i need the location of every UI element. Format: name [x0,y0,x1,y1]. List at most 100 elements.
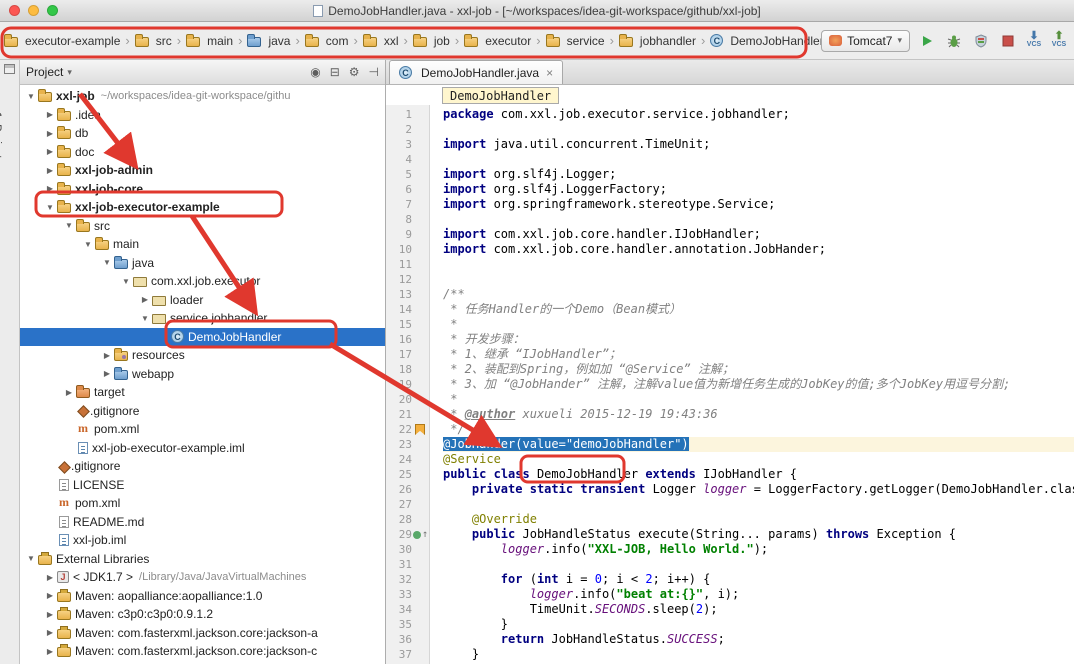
coverage-button[interactable] [971,31,991,51]
tree-item-label: LICENSE [73,478,124,492]
breadcrumb-item-xxl[interactable]: xxl [361,33,401,49]
tree-item-xxl-job-iml[interactable]: xxl-job.iml [20,531,385,550]
run-line-marker-icon[interactable] [413,531,421,539]
breadcrumb-item-main[interactable]: main [184,33,235,49]
minimize-window-button[interactable] [28,5,39,16]
tree-item-label: xxl-job-core [75,182,143,196]
breadcrumb-item-java[interactable]: java [245,33,292,49]
tree-item-maven-com-fasterxml-jackson-core-jackson-a[interactable]: ▶Maven: com.fasterxml.jackson.core:jacks… [20,624,385,643]
expand-arrow-icon[interactable]: ▶ [43,166,57,175]
chevron-down-icon[interactable]: ▾ [67,67,72,78]
hide-panel-icon[interactable]: ⊣ [369,65,379,79]
expand-arrow-icon[interactable]: ▶ [43,129,57,138]
tree-item-service-jobhandler[interactable]: ▼service.jobhandler [20,309,385,328]
tree-item-java[interactable]: ▼java [20,254,385,273]
tree-item-main[interactable]: ▼main [20,235,385,254]
close-tab-icon[interactable]: × [546,66,553,80]
tree-item-src[interactable]: ▼src [20,217,385,236]
tree-item-demojobhandler[interactable]: DemoJobHandler [20,328,385,347]
tree-item-idea[interactable]: ▶.idea [20,106,385,125]
tree-item-db[interactable]: ▶db [20,124,385,143]
breadcrumb-item-executor-example[interactable]: executor-example [2,33,122,49]
expand-arrow-icon[interactable]: ▼ [24,92,38,101]
line-number: 18 [386,362,412,377]
tree-item-gitignore[interactable]: .gitignore [20,457,385,476]
tree-item-gitignore[interactable]: .gitignore [20,402,385,421]
tree-item-label: com.xxl.job.executor [151,274,260,288]
tree-item-xxl-job[interactable]: ▼xxl-job~/workspaces/idea-git-workspace/… [20,87,385,106]
gutter-icons [412,557,430,572]
debug-button[interactable] [944,31,964,51]
tree-item-xxl-job-admin[interactable]: ▶xxl-job-admin [20,161,385,180]
tree-item-pom-xml[interactable]: pom.xml [20,420,385,439]
expand-arrow-icon[interactable]: ▶ [43,647,57,656]
line-number: 29 [386,527,412,542]
expand-arrow-icon[interactable]: ▼ [119,277,133,286]
expand-arrow-icon[interactable]: ▶ [43,110,57,119]
expand-arrow-icon[interactable]: ▼ [81,240,95,249]
tree-item-license[interactable]: LICENSE [20,476,385,495]
expand-arrow-icon[interactable]: ▶ [43,184,57,193]
folder-icon [186,37,200,47]
tree-item-external-libraries[interactable]: ▼External Libraries [20,550,385,569]
vcs-commit-button[interactable]: ⬆VCS [1050,32,1068,49]
tree-item-xxl-job-executor-example-iml[interactable]: xxl-job-executor-example.iml [20,439,385,458]
tree-item-xxl-job-executor-example[interactable]: ▼xxl-job-executor-example [20,198,385,217]
tree-item-webapp[interactable]: ▶webapp [20,365,385,384]
project-tool-window-button[interactable]: 1: Project [0,112,3,158]
breadcrumb-item-demojobhandler[interactable]: DemoJobHandler [708,33,821,49]
project-tree[interactable]: ▼xxl-job~/workspaces/idea-git-workspace/… [20,85,385,664]
code-area[interactable]: 1package com.xxl.job.executor.service.jo… [386,105,1074,664]
tree-item-target[interactable]: ▶target [20,383,385,402]
expand-arrow-icon[interactable]: ▶ [138,295,152,304]
overrides-method-icon[interactable]: ↑ [422,527,428,542]
breadcrumb-item-jobhandler[interactable]: jobhandler [617,33,698,49]
breadcrumb-item-executor[interactable]: executor [462,33,533,49]
breadcrumb-item-src[interactable]: src [133,33,174,49]
expand-arrow-icon[interactable]: ▼ [43,203,57,212]
tree-item-resources[interactable]: ▶resources [20,346,385,365]
expand-arrow-icon[interactable]: ▼ [138,314,152,323]
collapse-all-icon[interactable]: ⊟ [330,65,340,79]
expand-arrow-icon[interactable]: ▶ [43,591,57,600]
expand-arrow-icon[interactable]: ▶ [43,610,57,619]
tree-item-readme-md[interactable]: README.md [20,513,385,532]
tree-item-maven-aopalliance-aopalliance-1-0[interactable]: ▶Maven: aopalliance:aopalliance:1.0 [20,587,385,606]
tree-item-maven-com-fasterxml-jackson-core-jackson-c[interactable]: ▶Maven: com.fasterxml.jackson.core:jacks… [20,642,385,661]
code-line: 19 * 3、加 “@JobHander” 注解，注解value值为新增任务生成… [386,377,1074,392]
run-config-selector[interactable]: Tomcat7 ▾ [821,30,910,52]
run-button[interactable] [917,31,937,51]
expand-arrow-icon[interactable]: ▶ [43,573,57,582]
class-icon [399,66,412,79]
breadcrumb: executor-example›src›main›java›com›xxl›j… [2,33,821,49]
zoom-window-button[interactable] [47,5,58,16]
stop-button[interactable] [998,31,1018,51]
tree-item-maven-c3p0-c3p0-0-9-1-2[interactable]: ▶Maven: c3p0:c3p0:0.9.1.2 [20,605,385,624]
code-line: 36 return JobHandleStatus.SUCCESS; [386,632,1074,647]
tree-item-loader[interactable]: ▶loader [20,291,385,310]
breadcrumb-item-job[interactable]: job [411,33,452,49]
bookmark-icon[interactable] [415,424,425,435]
expand-arrow-icon[interactable]: ▶ [62,388,76,397]
settings-gear-icon[interactable]: ⚙ [349,65,360,79]
vcs-update-button[interactable]: ⬇VCS [1025,32,1043,49]
expand-arrow-icon[interactable]: ▼ [62,221,76,230]
tree-item-jdk1-7[interactable]: ▶< JDK1.7 >/Library/Java/JavaVirtualMach… [20,568,385,587]
close-window-button[interactable] [9,5,20,16]
breadcrumb-item-service[interactable]: service [544,33,607,49]
tree-item-pom-xml[interactable]: pom.xml [20,494,385,513]
breadcrumb-item-com[interactable]: com [303,33,351,49]
expand-arrow-icon[interactable]: ▼ [100,258,114,267]
tree-item-doc[interactable]: ▶doc [20,143,385,162]
expand-arrow-icon[interactable]: ▶ [43,628,57,637]
nav-bar-class-chip[interactable]: DemoJobHandler [442,87,559,104]
locate-file-icon[interactable]: ◉ [310,65,320,79]
tree-item-com-xxl-job-executor[interactable]: ▼ com.xxl.job.executor [20,272,385,291]
expand-arrow-icon[interactable]: ▼ [24,554,38,563]
tree-item-xxl-job-core[interactable]: ▶ xxl-job-core [20,180,385,199]
gutter-icons [412,482,430,497]
expand-arrow-icon[interactable]: ▶ [100,351,114,360]
editor-tab-demojobhandler[interactable]: DemoJobHandler.java × [389,60,563,84]
expand-arrow-icon[interactable]: ▶ [43,147,57,156]
expand-arrow-icon[interactable]: ▶ [100,369,114,378]
